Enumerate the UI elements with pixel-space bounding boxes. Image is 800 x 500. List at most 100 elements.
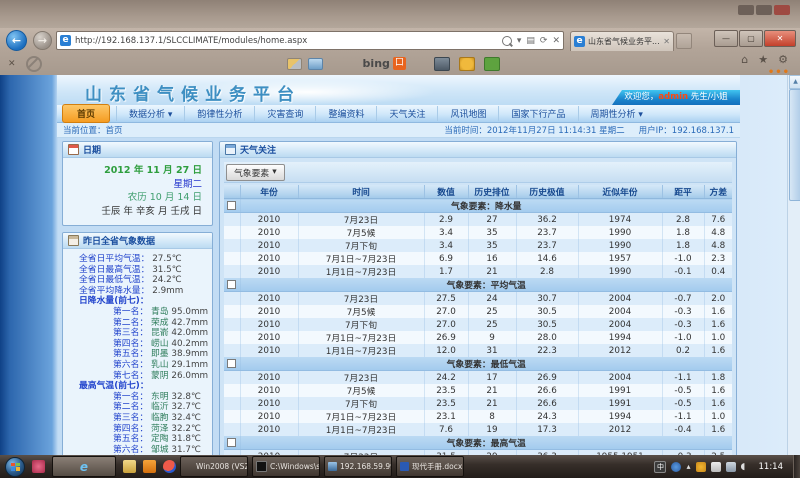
table-row[interactable]: 20107月23日2.92736.219742.87.6 xyxy=(224,213,732,227)
cell-analog-year: 2004 xyxy=(578,371,662,385)
camera-icon[interactable] xyxy=(434,57,450,71)
cell-extreme: 36.2 xyxy=(516,213,578,227)
table-row[interactable]: 20107月1日~7月23日23.1824.31994-1.11.0 xyxy=(224,410,732,423)
plugin-icon[interactable] xyxy=(484,57,500,71)
column-header[interactable]: 历史排位 xyxy=(468,185,516,199)
table-row[interactable]: 20107月23日24.21726.92004-1.11.8 xyxy=(224,371,732,385)
table-row[interactable]: 20107月5候3.43523.719901.84.8 xyxy=(224,226,732,239)
url-text[interactable]: http://192.168.137.1/SLCCLIMATE/modules/… xyxy=(75,36,502,46)
cell-analog-year: 1994 xyxy=(578,331,662,344)
table-row[interactable]: 20107月1日~7月23日6.91614.61957-1.02.3 xyxy=(224,252,732,265)
nav-item[interactable]: 周期性分析 ▾ xyxy=(578,106,655,121)
nav-item[interactable]: 天气关注 xyxy=(376,106,437,121)
home-icon[interactable]: ⌂ xyxy=(741,53,748,66)
table-row[interactable]: 20107月下旬3.43523.719901.84.8 xyxy=(224,239,732,252)
media-app-icon[interactable] xyxy=(32,460,45,473)
welcome-prefix: 欢迎您， xyxy=(624,92,658,102)
group-checkbox[interactable] xyxy=(227,280,236,289)
ime-icon[interactable] xyxy=(671,462,681,472)
search-dropdown-icon[interactable]: ▾ xyxy=(517,36,522,46)
action-center-flag-icon[interactable] xyxy=(711,462,721,472)
window-close-button[interactable]: ✕ xyxy=(764,30,796,47)
bing-toolbar[interactable]: bing 口 xyxy=(363,57,406,70)
table-row[interactable]: 20107月5候23.52126.61991-0.51.6 xyxy=(224,384,732,397)
table-row[interactable]: 20107月1日~7月23日26.9928.01994-1.01.0 xyxy=(224,331,732,344)
compatibility-view-icon[interactable]: ▤ xyxy=(526,36,535,46)
taskbar-window-button[interactable]: Win2008 (VS2... xyxy=(180,456,248,477)
tab-close-icon[interactable]: ✕ xyxy=(663,37,670,46)
group-row[interactable]: 气象要素：最高气温 xyxy=(224,436,732,450)
nav-item[interactable]: 风讯地图 xyxy=(437,106,498,121)
cell-year: 2010 xyxy=(240,239,298,252)
nav-item[interactable]: 整编资料 xyxy=(315,106,376,121)
column-header[interactable]: 方差 xyxy=(704,185,732,199)
table-row[interactable]: 20101月1日~7月23日12.03122.320120.21.6 xyxy=(224,344,732,357)
element-filter-button[interactable]: 气象要素▾ xyxy=(226,164,285,181)
taskbar-window-button[interactable]: 192.168.59.99... xyxy=(324,456,392,477)
user-ip: 用户IP：192.168.137.1 xyxy=(639,124,734,136)
cards-icon[interactable] xyxy=(287,58,302,70)
start-button[interactable] xyxy=(5,457,25,477)
refresh-icon[interactable]: ⟳ xyxy=(540,36,548,46)
stop-icon[interactable]: ✕ xyxy=(552,36,560,46)
nav-item[interactable]: 国家下行产品 xyxy=(498,106,577,121)
show-desktop-button[interactable] xyxy=(793,455,800,478)
table-row[interactable]: 20107月下旬23.52126.61991-0.51.6 xyxy=(224,397,732,410)
new-tab-button[interactable] xyxy=(676,33,692,49)
table-row[interactable]: 20107月5候27.02530.52004-0.31.6 xyxy=(224,305,732,318)
toolbar-close-icon[interactable]: ✕ xyxy=(8,59,16,69)
explorer-icon[interactable] xyxy=(123,460,136,473)
group-checkbox[interactable] xyxy=(227,201,236,210)
table-row[interactable]: 20101月1日~7月23日1.7212.81990-0.10.4 xyxy=(224,265,732,278)
column-header[interactable]: 数值 xyxy=(424,185,468,199)
group-checkbox[interactable] xyxy=(227,438,236,447)
group-row[interactable]: 气象要素：最低气温 xyxy=(224,357,732,371)
cell xyxy=(224,371,240,385)
group-row[interactable]: 气象要素：平均气温 xyxy=(224,278,732,292)
column-header[interactable]: 历史极值 xyxy=(516,185,578,199)
network-icon[interactable] xyxy=(726,462,736,472)
cell-value: 27.0 xyxy=(424,305,468,318)
tray-expand-icon[interactable]: ▴ xyxy=(686,462,690,471)
rank-line: 第三名： 昆嵛 42.0mm xyxy=(69,328,206,339)
column-header[interactable]: 近似年份 xyxy=(578,185,662,199)
nav-item[interactable]: 首页 xyxy=(62,104,110,123)
paw-icon[interactable] xyxy=(459,57,475,71)
window-maximize-button[interactable]: ▢ xyxy=(739,30,763,47)
column-header[interactable]: 年份 xyxy=(240,185,298,199)
group-checkbox[interactable] xyxy=(227,359,236,368)
group-row[interactable]: 气象要素：降水量 xyxy=(224,199,732,213)
table-row[interactable]: 20107月下旬27.02530.52004-0.31.6 xyxy=(224,318,732,331)
column-header[interactable]: 距平 xyxy=(662,185,704,199)
address-bar[interactable]: e http://192.168.137.1/SLCCLIMATE/module… xyxy=(56,31,564,50)
back-button[interactable]: ← xyxy=(6,30,27,51)
table-row[interactable]: 20101月1日~7月23日7.61917.32012-0.41.6 xyxy=(224,423,732,436)
antivirus-tray-icon[interactable] xyxy=(696,462,706,472)
taskbar-window-button[interactable]: C:\Windows\s... xyxy=(252,456,320,477)
cell-variance: 1.6 xyxy=(704,423,732,436)
mail-icon[interactable] xyxy=(308,58,323,70)
favorites-star-icon[interactable]: ★ xyxy=(758,53,768,66)
taskbar-clock[interactable]: 11:14 xyxy=(759,462,784,472)
window-minimize-button[interactable]: — xyxy=(714,30,738,47)
round-app-icon[interactable] xyxy=(163,460,176,473)
taskbar-window-button[interactable]: 现代手册.docx... xyxy=(396,456,464,477)
browser-tab[interactable]: e 山东省气候业务平... ✕ xyxy=(570,31,674,51)
scrollbar-thumb[interactable] xyxy=(789,89,800,201)
settings-gear-icon[interactable]: ⚙ xyxy=(778,53,788,66)
group-min-temp: 气象要素：最低气温 xyxy=(224,357,732,371)
vertical-scrollbar[interactable]: ▲ ▼ xyxy=(787,75,800,478)
orange-app-icon[interactable] xyxy=(143,460,156,473)
volume-icon[interactable]: ◖ xyxy=(741,462,751,472)
nav-item[interactable]: 灾害查询 xyxy=(254,106,315,121)
search-icon[interactable] xyxy=(502,36,512,46)
cell-value: 27.5 xyxy=(424,292,468,306)
ie-taskbar-button[interactable]: e xyxy=(52,456,116,477)
table-row[interactable]: 20107月23日27.52430.72004-0.72.0 xyxy=(224,292,732,306)
nav-item[interactable]: 韵律性分析 xyxy=(184,106,254,121)
scroll-up-arrow[interactable]: ▲ xyxy=(789,75,800,89)
nav-item[interactable]: 数据分析 ▾ xyxy=(116,106,184,121)
language-indicator[interactable]: 中 xyxy=(654,461,666,473)
forward-button[interactable]: → xyxy=(33,31,52,50)
column-header[interactable]: 时间 xyxy=(298,185,424,199)
